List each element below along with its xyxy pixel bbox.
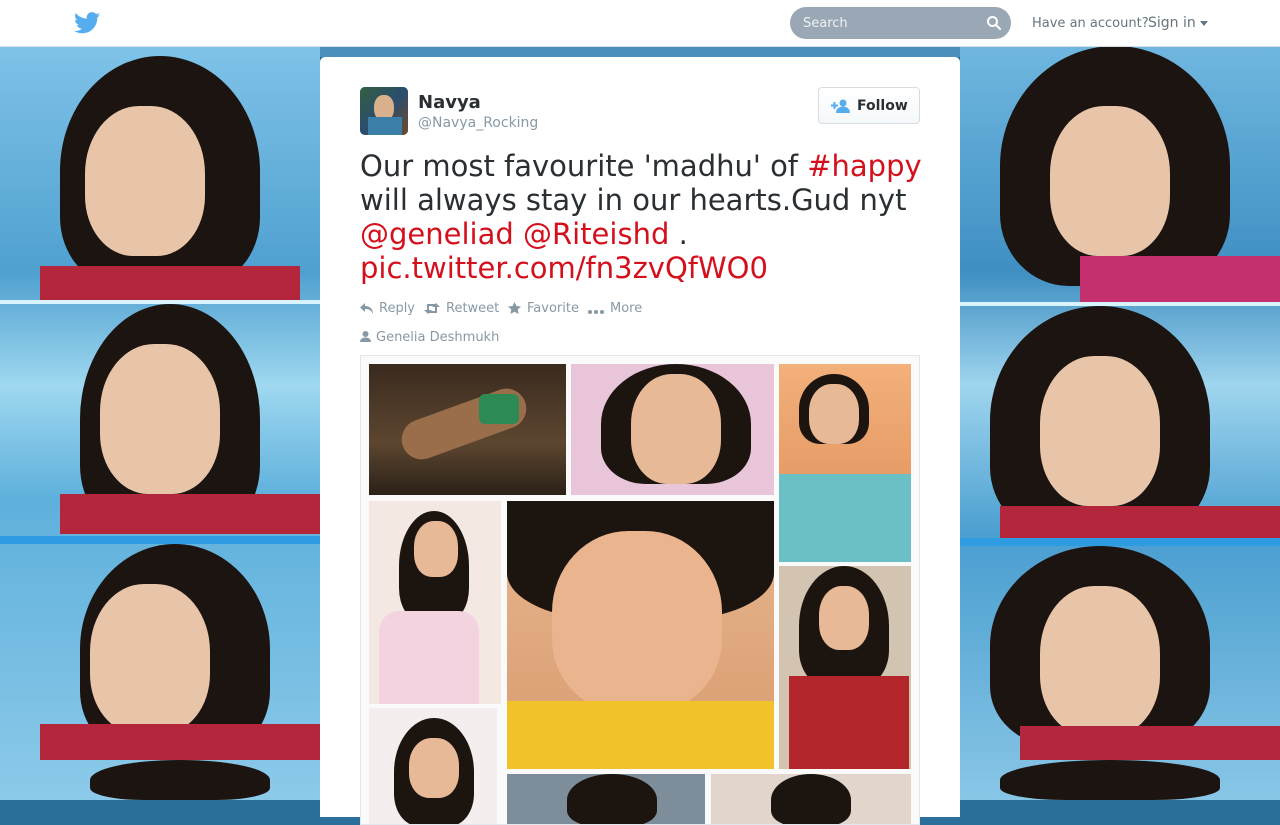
retweet-label: Retweet (446, 301, 500, 316)
background-portrait (0, 304, 320, 536)
author-name[interactable]: Navya (418, 92, 481, 113)
tagged-person[interactable]: Genelia Deshmukh (360, 330, 499, 345)
background-portrait (0, 544, 320, 760)
favorite-action[interactable]: Favorite (508, 301, 579, 316)
author-handle[interactable]: @Navya_Rocking (418, 115, 538, 131)
background-portrait (0, 46, 320, 300)
reply-icon (360, 303, 373, 314)
sign-in-label: Sign in (1148, 15, 1196, 31)
follow-button[interactable]: Follow (818, 87, 920, 124)
more-dots-icon (588, 310, 604, 314)
person-icon (360, 331, 371, 342)
have-account-text: Have an account? (1032, 16, 1149, 31)
collage-panel (779, 364, 911, 562)
tagged-person-name: Genelia Deshmukh (376, 330, 500, 345)
reply-action[interactable]: Reply (360, 301, 415, 316)
background-portrait (960, 306, 1280, 538)
retweet-icon (424, 303, 440, 314)
avatar[interactable] (360, 87, 408, 135)
mention-link[interactable]: @geneliad (360, 217, 514, 251)
top-navigation-bar: Have an account? Sign in (0, 0, 1280, 47)
chevron-down-icon (1199, 20, 1208, 26)
retweet-action[interactable]: Retweet (424, 301, 499, 316)
tweet-text-part: Our most favourite 'madhu' of (360, 149, 808, 183)
follow-label: Follow (857, 97, 908, 114)
background-portrait (960, 46, 1280, 302)
tweet-text-part: . (669, 217, 688, 251)
more-action[interactable]: More (588, 301, 642, 316)
star-icon (508, 302, 521, 314)
collage-panel (507, 501, 774, 769)
pic-link[interactable]: pic.twitter.com/fn3zvQfWO0 (360, 251, 768, 285)
search-input[interactable] (790, 7, 1011, 39)
more-label: More (610, 301, 643, 316)
twitter-bird-icon[interactable] (74, 12, 100, 34)
background-portrait (960, 546, 1280, 760)
tweet-text-part: will always stay in our hearts.Gud nyt (360, 183, 907, 217)
mention-link[interactable]: @Riteishd (523, 217, 669, 251)
background-portrait (960, 760, 1280, 800)
hashtag-link[interactable]: #happy (807, 149, 921, 183)
tweet-photo[interactable] (360, 355, 920, 825)
collage-panel (369, 364, 566, 495)
reply-label: Reply (379, 301, 416, 316)
collage-panel (369, 501, 501, 704)
collage-panel (369, 708, 497, 824)
background-portrait (0, 760, 320, 800)
tweet-text-space (514, 217, 523, 251)
collage-panel (779, 566, 911, 769)
collage-panel (571, 364, 774, 495)
sign-in-dropdown[interactable]: Sign in (1148, 15, 1208, 31)
follow-person-icon (831, 99, 850, 113)
tweet-card: Navya @Navya_Rocking Follow Our most fav… (320, 57, 960, 825)
tweet-text: Our most favourite 'madhu' of #happy wil… (360, 149, 930, 285)
favorite-label: Favorite (527, 301, 579, 316)
search-icon[interactable] (986, 15, 1002, 31)
